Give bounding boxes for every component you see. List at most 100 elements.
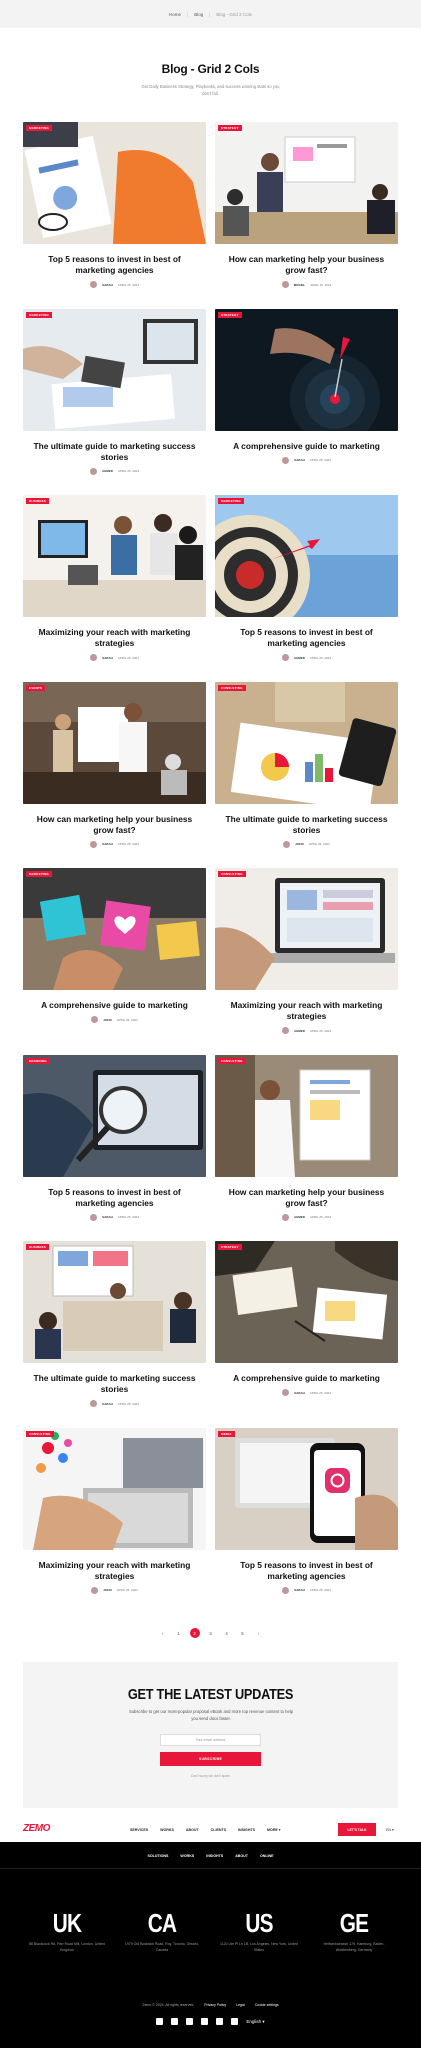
post-title[interactable]: Top 5 reasons to invest in best of marke… xyxy=(23,1187,206,1209)
category-badge[interactable]: Marketing xyxy=(26,125,52,131)
nav-services[interactable]: SERVICES xyxy=(130,1828,148,1832)
post-author[interactable]: Sarah xyxy=(102,1402,113,1406)
blog-card[interactable]: Consulting Maximizing your reach with mar… xyxy=(23,1427,206,1594)
post-thumbnail[interactable]: Consulting xyxy=(215,1054,398,1177)
category-badge[interactable]: Marketing xyxy=(26,311,52,318)
post-title[interactable]: How can marketing help your business gro… xyxy=(23,814,206,836)
post-title[interactable]: How can marketing help your business gro… xyxy=(215,254,398,276)
category-badge[interactable]: Consulting xyxy=(218,684,246,691)
blog-card[interactable]: Branding Top 5 reasons to invest in best … xyxy=(23,1054,206,1221)
footer-link-solutions[interactable]: SOLUTIONS xyxy=(147,1854,168,1858)
category-badge[interactable]: Media xyxy=(218,1430,235,1437)
logo[interactable]: ZEMO xyxy=(23,1823,50,1834)
post-title[interactable]: Top 5 reasons to invest in best of marke… xyxy=(23,254,206,276)
blog-card[interactable]: Strategy A comprehensive guide to marketi… xyxy=(215,1241,398,1396)
post-author[interactable]: Ahmed xyxy=(294,1029,305,1033)
post-thumbnail[interactable]: Marketing xyxy=(23,308,206,431)
page-link[interactable]: 2 xyxy=(189,1628,200,1638)
post-thumbnail[interactable]: Branding xyxy=(23,1054,206,1177)
category-badge[interactable]: Events xyxy=(26,684,46,691)
post-thumbnail[interactable]: Business xyxy=(23,1241,206,1363)
post-title[interactable]: How can marketing help your business gro… xyxy=(215,1187,398,1209)
post-author[interactable]: Ahmed xyxy=(294,1215,305,1219)
post-author[interactable]: Ahmed xyxy=(102,469,113,473)
cookie-settings-link[interactable]: Cookie settings xyxy=(255,2003,279,2007)
category-badge[interactable]: Consulting xyxy=(218,871,246,877)
email-input[interactable]: Your email address xyxy=(160,1734,261,1746)
next-page-button[interactable]: › xyxy=(254,1628,264,1638)
lets-talk-button[interactable]: LET'S TALK xyxy=(338,1823,376,1836)
post-thumbnail[interactable]: Marketing xyxy=(215,495,398,617)
post-thumbnail[interactable]: Marketing xyxy=(23,868,206,990)
post-title[interactable]: Maximizing your reach with marketing str… xyxy=(23,627,206,649)
blog-card[interactable]: Consulting Maximizing your reach with mar… xyxy=(215,868,398,1034)
post-title[interactable]: Top 5 reasons to invest in best of marke… xyxy=(215,1560,398,1582)
post-title[interactable]: The ultimate guide to marketing success … xyxy=(215,814,398,836)
category-badge[interactable]: Business xyxy=(26,498,49,504)
subscribe-button[interactable]: SUBSCRIBE xyxy=(160,1752,261,1766)
post-author[interactable]: Sarah xyxy=(294,1391,305,1395)
post-thumbnail[interactable]: Media xyxy=(215,1427,398,1550)
post-title[interactable]: The ultimate guide to marketing success … xyxy=(23,1373,206,1395)
footer-link-insights[interactable]: INSIGHTS xyxy=(206,1854,223,1858)
footer-link-works[interactable]: WORKS xyxy=(180,1854,194,1858)
blog-card[interactable]: Business Maximizing your reach with marke… xyxy=(23,495,206,661)
post-author[interactable]: Sarah xyxy=(294,1588,305,1592)
post-thumbnail[interactable]: Strategy xyxy=(215,122,398,244)
page-link[interactable]: 4 xyxy=(222,1628,232,1638)
instagram-icon[interactable] xyxy=(201,2018,209,2025)
post-author[interactable]: John xyxy=(103,1588,111,1592)
post-thumbnail[interactable]: Consulting xyxy=(215,681,398,804)
post-author[interactable]: Sarah xyxy=(102,656,113,660)
post-title[interactable]: Top 5 reasons to invest in best of marke… xyxy=(215,627,398,649)
youtube-icon[interactable] xyxy=(216,2018,224,2025)
category-badge[interactable]: Strategy xyxy=(218,125,242,131)
linkedin-icon[interactable] xyxy=(156,2018,164,2025)
post-author[interactable]: Michel xyxy=(294,283,306,287)
blog-card[interactable]: Strategy A comprehensive guide to marketi… xyxy=(215,308,398,464)
post-author[interactable]: Ahmed xyxy=(294,656,305,660)
nav-about[interactable]: ABOUT xyxy=(186,1828,199,1832)
breadcrumb-home[interactable]: Home xyxy=(169,12,181,17)
post-author[interactable]: John xyxy=(103,1018,111,1022)
post-author[interactable]: Sarah xyxy=(294,458,305,462)
footer-link-about[interactable]: ABOUT xyxy=(235,1854,248,1858)
category-badge[interactable]: Marketing xyxy=(218,498,244,504)
post-author[interactable]: Sarah xyxy=(102,1215,113,1219)
nav-works[interactable]: WORKS xyxy=(160,1828,174,1832)
breadcrumb-blog[interactable]: Blog xyxy=(194,12,203,17)
category-badge[interactable]: Strategy xyxy=(218,1244,242,1250)
post-thumbnail[interactable]: Consulting xyxy=(215,868,398,990)
post-title[interactable]: A comprehensive guide to marketing xyxy=(215,441,398,452)
nav-more[interactable]: MORE ▾ xyxy=(267,1828,281,1832)
page-link[interactable]: 5 xyxy=(238,1628,248,1638)
blog-card[interactable]: Consulting How can marketing help your bu… xyxy=(215,1054,398,1221)
category-badge[interactable]: Consulting xyxy=(218,1057,246,1064)
post-thumbnail[interactable]: Consulting xyxy=(23,1427,206,1550)
privacy-link[interactable]: Privacy Policy xyxy=(204,2003,226,2007)
post-title[interactable]: A comprehensive guide to marketing xyxy=(215,1373,398,1384)
footer-language-selector[interactable]: English ▾ xyxy=(246,2019,264,2025)
category-badge[interactable]: Branding xyxy=(26,1057,50,1064)
blog-card[interactable]: Marketing Top 5 reasons to invest in best… xyxy=(23,122,206,288)
language-selector[interactable]: EN ▾ xyxy=(386,1828,394,1832)
post-thumbnail[interactable]: Events xyxy=(23,681,206,804)
post-title[interactable]: A comprehensive guide to marketing xyxy=(23,1000,206,1011)
blog-card[interactable]: Strategy How can marketing help your busi… xyxy=(215,122,398,288)
page-link[interactable]: 1 xyxy=(174,1628,184,1638)
facebook-icon[interactable] xyxy=(171,2018,179,2025)
blog-card[interactable]: Marketing Top 5 reasons to invest in best… xyxy=(215,495,398,661)
category-badge[interactable]: Business xyxy=(26,1244,49,1250)
post-title[interactable]: The ultimate guide to marketing success … xyxy=(23,441,206,463)
post-thumbnail[interactable]: Strategy xyxy=(215,308,398,431)
blog-card[interactable]: Business The ultimate guide to marketing … xyxy=(23,1241,206,1407)
nav-clients[interactable]: CLIENTS xyxy=(211,1828,226,1832)
post-title[interactable]: Maximizing your reach with marketing str… xyxy=(23,1560,206,1582)
blog-card[interactable]: Marketing The ultimate guide to marketing… xyxy=(23,308,206,475)
post-author[interactable]: John xyxy=(295,842,303,846)
post-title[interactable]: Maximizing your reach with marketing str… xyxy=(215,1000,398,1022)
nav-insights[interactable]: INSIGHTS xyxy=(238,1828,255,1832)
legal-link[interactable]: Legal xyxy=(236,2003,245,2007)
blog-card[interactable]: Media Top 5 reasons to invest in best of … xyxy=(215,1427,398,1594)
page-link[interactable]: 3 xyxy=(206,1628,216,1638)
